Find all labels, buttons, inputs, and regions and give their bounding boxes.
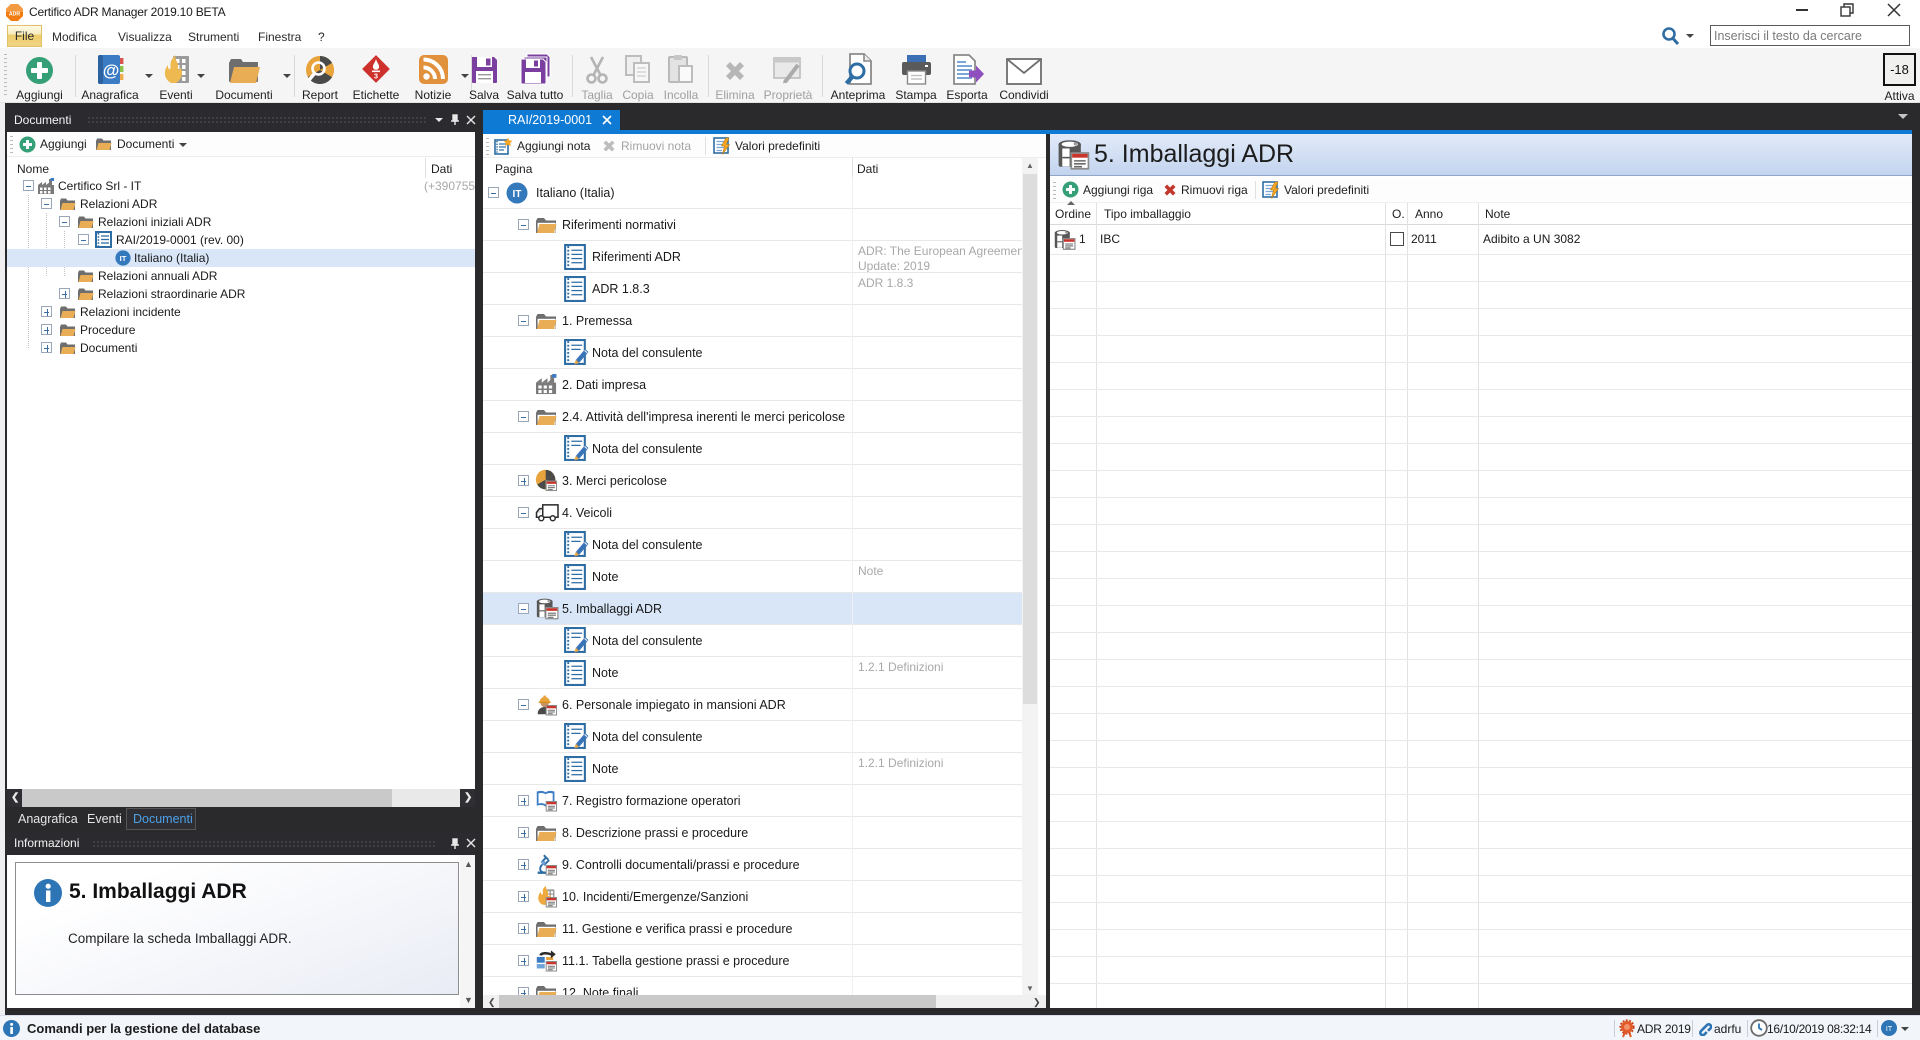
- svg-text:ADR: ADR: [9, 12, 20, 18]
- svg-text:@: @: [103, 61, 120, 80]
- svg-text:3: 3: [374, 72, 378, 81]
- svg-text:IT: IT: [1886, 1026, 1893, 1033]
- svg-text:IT: IT: [120, 254, 127, 263]
